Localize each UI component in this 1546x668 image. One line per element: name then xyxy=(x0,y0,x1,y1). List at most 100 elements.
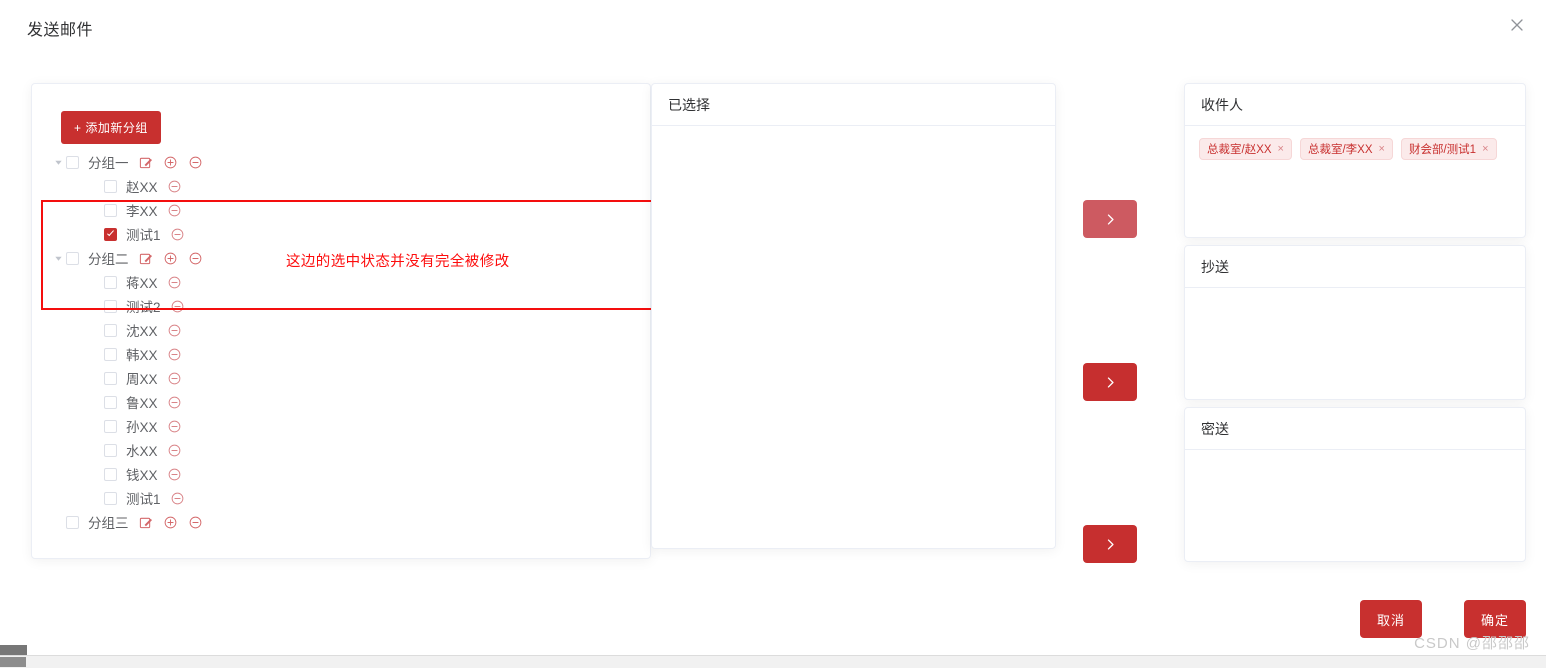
recipient-tag[interactable]: 总裁室/李XX × xyxy=(1299,138,1393,160)
bcc-panel-header: 密送 xyxy=(1185,408,1525,450)
minus-circle-icon[interactable] xyxy=(168,348,181,361)
horizontal-scrollbar[interactable] xyxy=(0,655,1546,668)
group-checkbox[interactable] xyxy=(66,251,79,265)
tree-member-row[interactable]: 测试2 xyxy=(52,294,640,318)
tree-member-row[interactable]: 测试1 xyxy=(52,222,640,246)
minus-circle-icon[interactable] xyxy=(168,420,181,433)
minus-circle-icon[interactable] xyxy=(168,324,181,337)
minus-circle-icon[interactable] xyxy=(189,252,202,265)
chevron-down-icon[interactable] xyxy=(50,250,66,266)
transfer-to-recipient-button[interactable] xyxy=(1083,200,1137,238)
member-checkbox[interactable] xyxy=(104,275,117,289)
member-checkbox[interactable] xyxy=(104,395,117,409)
chevron-down-icon[interactable] xyxy=(50,154,66,170)
bcc-panel: 密送 xyxy=(1184,407,1526,562)
selected-panel: 已选择 xyxy=(651,83,1056,549)
tree-member-row[interactable]: 水XX xyxy=(52,438,640,462)
member-checkbox[interactable] xyxy=(104,419,117,433)
close-icon[interactable] xyxy=(1506,14,1528,36)
tree-group-row[interactable]: 分组二 xyxy=(52,246,640,270)
member-label: 测试1 xyxy=(126,492,161,507)
recipient-tag[interactable]: 财会部/测试1 × xyxy=(1400,138,1497,160)
minus-circle-icon[interactable] xyxy=(168,204,181,217)
member-checkbox[interactable] xyxy=(104,371,117,385)
member-checkbox[interactable] xyxy=(104,323,117,337)
member-checkbox[interactable] xyxy=(104,347,117,361)
send-email-dialog: 发送邮件 + 添加新分组 分组一 赵XX 李XX 测试1 分组二蒋XX 测试2 沈XX 韩XX… xyxy=(0,0,1546,656)
group-checkbox[interactable] xyxy=(66,155,79,169)
group-checkbox[interactable] xyxy=(66,515,79,529)
tree-group-row[interactable]: 分组三 xyxy=(52,510,640,534)
member-checkbox[interactable] xyxy=(104,179,117,193)
tag-remove-icon[interactable]: × xyxy=(1482,143,1488,155)
chevron-right-icon xyxy=(1107,538,1114,550)
group-row-actions xyxy=(139,252,202,265)
member-checkbox[interactable] xyxy=(104,467,117,481)
member-checkbox[interactable] xyxy=(104,491,117,505)
tag-remove-icon[interactable]: × xyxy=(1379,143,1385,155)
member-row-actions xyxy=(168,420,181,433)
minus-circle-icon[interactable] xyxy=(168,180,181,193)
page-title: 发送邮件 xyxy=(27,22,94,39)
cancel-button[interactable]: 取消 xyxy=(1360,600,1422,638)
member-label: 测试2 xyxy=(126,300,161,315)
plus-circle-icon[interactable] xyxy=(164,156,177,169)
minus-circle-icon[interactable] xyxy=(168,444,181,457)
recipient-tag-label: 总裁室/赵XX xyxy=(1207,144,1272,156)
member-row-actions xyxy=(171,300,184,313)
transfer-to-bcc-button[interactable] xyxy=(1083,525,1137,563)
plus-circle-icon[interactable] xyxy=(164,516,177,529)
tree-member-row[interactable]: 韩XX xyxy=(52,342,640,366)
transfer-to-cc-button[interactable] xyxy=(1083,363,1137,401)
chevron-right-icon xyxy=(1107,213,1114,225)
tree-member-row[interactable]: 赵XX xyxy=(52,174,640,198)
member-checkbox[interactable] xyxy=(104,299,117,313)
recipient-tag-list[interactable]: 总裁室/赵XX × 总裁室/李XX × 财会部/测试1 × xyxy=(1185,126,1525,172)
tree-member-row[interactable]: 孙XX xyxy=(52,414,640,438)
minus-circle-icon[interactable] xyxy=(171,228,184,241)
minus-circle-icon[interactable] xyxy=(168,276,181,289)
cc-tag-list[interactable] xyxy=(1185,288,1525,312)
tree-member-row[interactable]: 沈XX xyxy=(52,318,640,342)
member-checkbox[interactable] xyxy=(104,203,117,217)
member-row-actions xyxy=(168,444,181,457)
tree-member-row[interactable]: 蒋XX xyxy=(52,270,640,294)
member-row-actions xyxy=(168,348,181,361)
member-label: 测试1 xyxy=(126,228,161,243)
recipient-panel-header: 收件人 xyxy=(1185,84,1525,126)
tree-group-row[interactable]: 分组一 xyxy=(52,150,640,174)
edit-icon[interactable] xyxy=(139,516,152,529)
minus-circle-icon[interactable] xyxy=(168,468,181,481)
member-label: 韩XX xyxy=(126,348,158,363)
member-checkbox[interactable] xyxy=(104,227,117,241)
confirm-button[interactable]: 确定 xyxy=(1464,600,1526,638)
minus-circle-icon[interactable] xyxy=(168,396,181,409)
tree-member-row[interactable]: 测试1 xyxy=(52,486,640,510)
member-label: 钱XX xyxy=(126,468,158,483)
minus-circle-icon[interactable] xyxy=(189,156,202,169)
edit-icon[interactable] xyxy=(139,156,152,169)
add-group-button[interactable]: + 添加新分组 xyxy=(61,111,161,144)
member-checkbox[interactable] xyxy=(104,443,117,457)
minus-circle-icon[interactable] xyxy=(171,300,184,313)
dialog-body: + 添加新分组 分组一 赵XX 李XX 测试1 分组二蒋XX 测试2 沈XX 韩XX 周XX 鲁X… xyxy=(0,55,1546,600)
group-row-actions xyxy=(139,156,202,169)
tree-member-row[interactable]: 周XX xyxy=(52,366,640,390)
recipient-tag[interactable]: 总裁室/赵XX × xyxy=(1199,138,1292,160)
scrollbar-thumb[interactable] xyxy=(0,657,26,667)
member-row-actions xyxy=(168,204,181,217)
tree-member-row[interactable]: 钱XX xyxy=(52,462,640,486)
minus-circle-icon[interactable] xyxy=(171,492,184,505)
tree-member-row[interactable]: 鲁XX xyxy=(52,390,640,414)
selected-panel-body[interactable] xyxy=(652,126,1055,146)
plus-circle-icon[interactable] xyxy=(164,252,177,265)
tree-member-row[interactable]: 李XX xyxy=(52,198,640,222)
minus-circle-icon[interactable] xyxy=(168,372,181,385)
member-label: 李XX xyxy=(126,204,158,219)
edit-icon[interactable] xyxy=(139,252,152,265)
member-label: 蒋XX xyxy=(126,276,158,291)
member-label: 周XX xyxy=(126,372,158,387)
tag-remove-icon[interactable]: × xyxy=(1278,143,1284,155)
bcc-tag-list[interactable] xyxy=(1185,450,1525,474)
minus-circle-icon[interactable] xyxy=(189,516,202,529)
